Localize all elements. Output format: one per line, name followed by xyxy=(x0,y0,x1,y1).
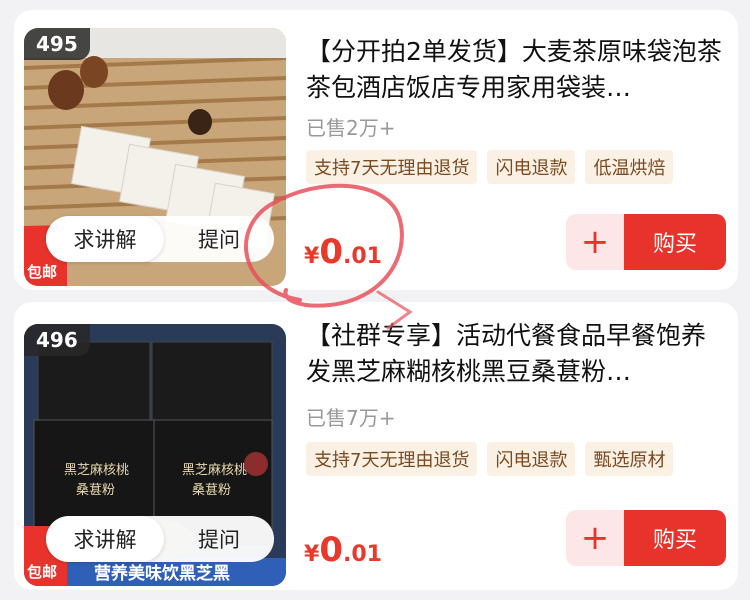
service-tag: 闪电退款 xyxy=(487,442,576,476)
sold-count: 已售2万+ xyxy=(306,116,396,140)
add-to-cart-button[interactable]: + xyxy=(566,214,624,270)
service-tags: 支持7天无理由退货 闪电退款 低温烘焙 xyxy=(306,150,674,184)
buy-button[interactable]: 购买 xyxy=(624,214,726,270)
question-button[interactable]: 提问 xyxy=(164,524,274,554)
service-tag: 支持7天无理由退货 xyxy=(306,150,478,184)
price: ¥0.01 xyxy=(304,232,382,272)
product-thumbnail[interactable]: 黑芝麻核桃 桑葚粉 黑芝麻核桃 桑葚粉 496 包邮 求讲解 提问 营养美味饮黑… xyxy=(24,324,286,586)
purchase-controls: + 购买 xyxy=(566,214,726,270)
ask-explain-button[interactable]: 求讲解 xyxy=(46,216,164,262)
sold-count: 已售7万+ xyxy=(306,406,396,430)
product-title[interactable]: 【社群专享】活动代餐食品早餐饱养发黑芝麻糊核桃黑豆桑葚粉… xyxy=(306,318,726,390)
explain-bar: 求讲解 提问 xyxy=(46,516,274,562)
svg-text:桑葚粉: 桑葚粉 xyxy=(192,483,231,498)
price-currency: ¥ xyxy=(304,542,320,567)
price-decimal: .01 xyxy=(342,542,382,567)
add-to-cart-button[interactable]: + xyxy=(566,510,624,566)
service-tag: 低温烘焙 xyxy=(585,150,674,184)
rank-badge: 495 xyxy=(24,28,90,60)
question-button[interactable]: 提问 xyxy=(164,224,274,254)
price-currency: ¥ xyxy=(304,244,320,269)
svg-text:黑芝麻核桃: 黑芝麻核桃 xyxy=(182,462,247,478)
svg-text:黑芝麻核桃: 黑芝麻核桃 xyxy=(64,462,129,478)
product-thumbnail[interactable]: 495 包邮 求讲解 提问 xyxy=(24,28,286,286)
price-decimal: .01 xyxy=(342,244,382,269)
purchase-controls: + 购买 xyxy=(566,510,726,566)
product-card[interactable]: 495 包邮 求讲解 提问 【分开拍2单发货】大麦茶原味袋泡茶茶包酒店饭店专用家… xyxy=(14,10,738,290)
price-integer: 0 xyxy=(319,232,343,272)
thumbnail-caption: 营养美味饮黑芝黑 xyxy=(94,564,230,584)
buy-button[interactable]: 购买 xyxy=(624,510,726,566)
rank-badge: 496 xyxy=(24,324,90,356)
ask-explain-button[interactable]: 求讲解 xyxy=(46,516,164,562)
product-card[interactable]: 黑芝麻核桃 桑葚粉 黑芝麻核桃 桑葚粉 496 包邮 求讲解 提问 营养美味饮黑… xyxy=(14,302,738,590)
service-tag: 闪电退款 xyxy=(487,150,576,184)
service-tag: 支持7天无理由退货 xyxy=(306,442,478,476)
explain-bar: 求讲解 提问 xyxy=(46,216,274,262)
price: ¥0.01 xyxy=(304,530,382,570)
price-integer: 0 xyxy=(319,530,343,570)
service-tag: 甄选原材 xyxy=(585,442,674,476)
service-tags: 支持7天无理由退货 闪电退款 甄选原材 xyxy=(306,442,674,476)
svg-text:桑葚粉: 桑葚粉 xyxy=(76,483,115,498)
product-title[interactable]: 【分开拍2单发货】大麦茶原味袋泡茶茶包酒店饭店专用家用袋装… xyxy=(306,34,726,106)
